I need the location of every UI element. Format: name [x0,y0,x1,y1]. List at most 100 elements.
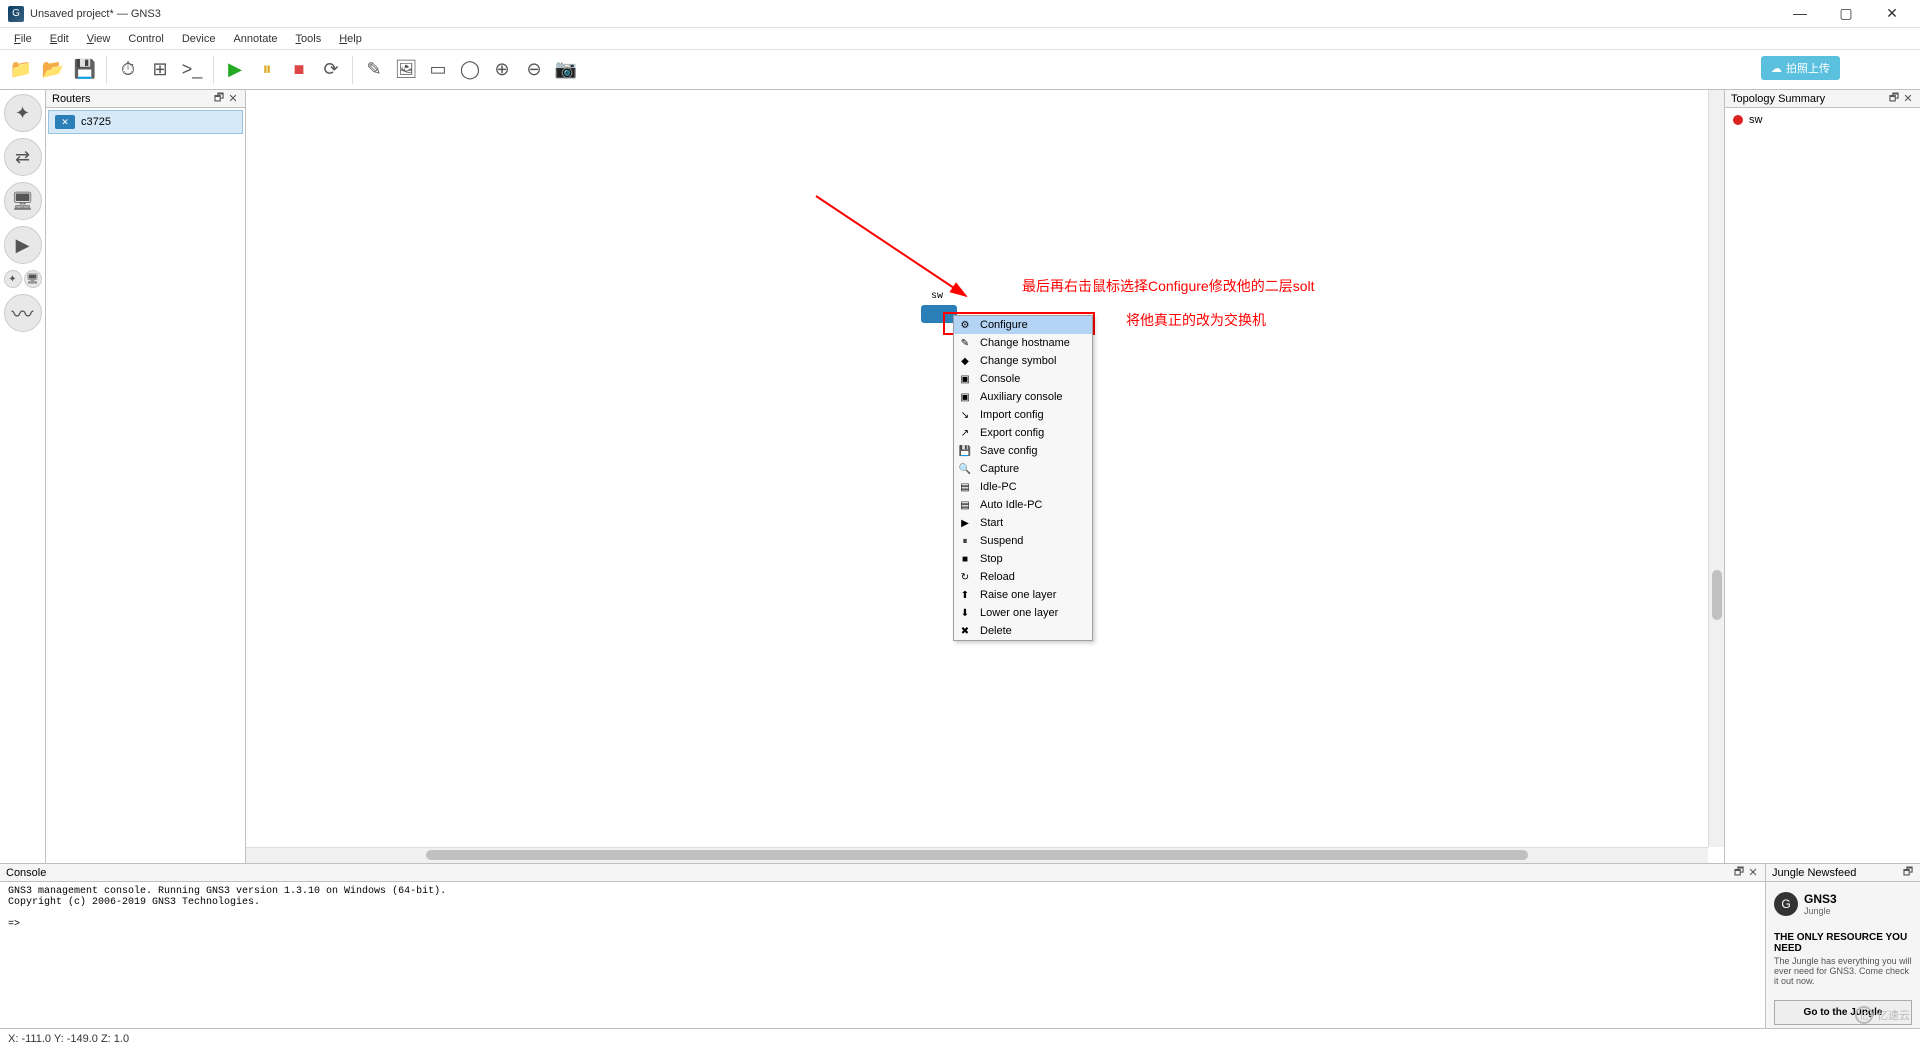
panel-close-button[interactable]: ✕ [1902,92,1914,105]
device-node-sw[interactable]: sw [921,305,957,323]
annotate-image-button[interactable]: 🖼 [391,55,421,85]
pause-all-button[interactable]: ⏸ [252,55,282,85]
context-menu-item-reload[interactable]: ↻Reload [954,568,1092,586]
annotate-rect-button[interactable]: ▭ [423,55,453,85]
reload-all-button[interactable]: ⟳ [316,55,346,85]
jungle-desc: The Jungle has everything you will ever … [1774,956,1912,986]
window-controls: — ▢ ✕ [1786,5,1912,22]
context-menu-item-export-config[interactable]: ↗Export config [954,424,1092,442]
main-area: ✦ ⇄ 🖥 ▶ ✦ 🖥 〰 Routers 🗗 ✕ ✕ c3725 sw [0,90,1920,863]
dock-switches-button[interactable]: ⇄ [4,138,42,176]
menu-item-label: Configure [980,319,1028,331]
menu-file[interactable]: File [6,31,40,47]
switch-icon [921,305,957,323]
statusbar-coords: X: -111.0 Y: -149.0 Z: 1.0 [8,1033,129,1045]
context-menu-item-save-config[interactable]: 💾Save config [954,442,1092,460]
menu-item-icon: ↘ [958,408,972,422]
menu-item-label: Capture [980,463,1019,475]
context-menu-item-change-hostname[interactable]: ✎Change hostname [954,334,1092,352]
context-menu-item-configure[interactable]: ⚙ Configure [954,316,1092,334]
open-project-button[interactable]: 📂 [38,55,68,85]
context-menu-item-raise-one-layer[interactable]: ⬆Raise one layer [954,586,1092,604]
menu-item-icon: ▶ [958,516,972,530]
start-all-button[interactable]: ▶ [220,55,250,85]
panel-close-button[interactable]: ✕ [227,92,239,105]
menu-item-icon: ⚙ [958,318,972,332]
menu-view[interactable]: View [79,31,119,47]
dock-link-button[interactable]: 〰 [4,294,42,332]
show-interfaces-button[interactable]: ⊞ [145,55,175,85]
menu-item-icon: 💾 [958,444,972,458]
context-menu-item-capture[interactable]: 🔍Capture [954,460,1092,478]
router-icon: ✕ [55,115,75,129]
context-menu-item-auto-idle-pc[interactable]: ▤Auto Idle-PC [954,496,1092,514]
menu-control[interactable]: Control [120,31,171,47]
panel-close-button[interactable]: ✕ [1747,866,1759,879]
annotate-ellipse-button[interactable]: ◯ [455,55,485,85]
context-menu-item-idle-pc[interactable]: ▤ Idle-PC [954,478,1092,496]
panel-undock-button[interactable]: 🗗 [1888,90,1900,108]
canvas-hscrollbar[interactable] [246,847,1708,863]
annotate-note-button[interactable]: ✎ [359,55,389,85]
console-all-button[interactable]: >_ [177,55,207,85]
upload-badge[interactable]: ☁拍照上传 [1761,56,1840,80]
context-menu-item-import-config[interactable]: ↘ Import config [954,406,1092,424]
dock-routers-button[interactable]: ✦ [4,94,42,132]
panel-undock-button[interactable]: 🗗 [1733,863,1745,882]
watermark-icon: 亿 [1855,1006,1873,1024]
menu-item-icon: ◆ [958,354,972,368]
topology-panel-title: Topology Summary [1731,93,1825,105]
dock-all-devices-button[interactable]: ✦ [4,270,22,288]
menu-item-icon: ▤ [958,480,972,494]
dock-end-devices-button[interactable]: 🖥 [4,182,42,220]
menu-item-icon: ⬇ [958,606,972,620]
canvas-vscrollbar[interactable] [1708,90,1724,847]
dock-security-button[interactable]: ▶ [4,226,42,264]
dock-all-devices-button-2[interactable]: 🖥 [24,270,42,288]
menu-item-icon: ✖ [958,624,972,638]
context-menu-item-start[interactable]: ▶Start [954,514,1092,532]
menu-item-label: Reload [980,571,1015,583]
zoom-in-button[interactable]: ⊕ [487,55,517,85]
context-menu-item-lower-one-layer[interactable]: ⬇ Lower one layer [954,604,1092,622]
menu-item-label: Auxiliary console [980,391,1063,403]
menu-tools[interactable]: Tools [288,31,330,47]
screenshot-button[interactable]: 📷 [551,55,581,85]
context-menu-item-change-symbol[interactable]: ◆Change symbol [954,352,1092,370]
menu-device[interactable]: Device [174,31,224,47]
topology-list: sw [1725,108,1920,863]
console-output[interactable]: GNS3 management console. Running GNS3 ve… [0,882,1765,1028]
snapshot-button[interactable]: ⏱ [113,55,143,85]
save-project-button[interactable]: 💾 [70,55,100,85]
routers-panel: Routers 🗗 ✕ ✕ c3725 [46,90,246,863]
context-menu-item-delete[interactable]: ✖Delete [954,622,1092,640]
canvas[interactable]: sw ⚙ Configure ✎Change hostname◆Change sym… [246,90,1725,863]
zoom-out-button[interactable]: ⊖ [519,55,549,85]
routers-panel-header: Routers 🗗 ✕ [46,90,245,108]
topology-item-sw[interactable]: sw [1733,112,1912,128]
device-dock: ✦ ⇄ 🖥 ▶ ✦ 🖥 〰 [0,90,46,863]
stop-all-button[interactable]: ■ [284,55,314,85]
context-menu-item-suspend[interactable]: ⏸Suspend [954,532,1092,550]
menu-help[interactable]: Help [331,31,370,47]
panel-undock-button[interactable]: 🗗 [1902,863,1914,882]
router-item-c3725[interactable]: ✕ c3725 [48,110,243,134]
menu-edit[interactable]: Edit [42,31,77,47]
menu-item-label: Idle-PC [980,481,1017,493]
context-menu-item-stop[interactable]: ■Stop [954,550,1092,568]
menu-item-icon: ▤ [958,498,972,512]
context-menu-item-auxiliary-console[interactable]: ▣Auxiliary console [954,388,1092,406]
gns3-logo-icon: G [1774,892,1798,916]
panel-undock-button[interactable]: 🗗 [213,90,225,108]
menu-item-label: Import config [980,409,1044,421]
menu-item-label: Lower one layer [980,607,1058,619]
topology-panel: Topology Summary 🗗 ✕ sw [1725,90,1920,863]
close-button[interactable]: ✕ [1878,5,1906,22]
menu-annotate[interactable]: Annotate [225,31,285,47]
context-menu-item-console[interactable]: ▣Console [954,370,1092,388]
toolbar: 📁 📂 💾 ⏱ ⊞ >_ ▶ ⏸ ■ ⟳ ✎ 🖼 ▭ ◯ ⊕ ⊖ 📷 ☁拍照上传 [0,50,1920,90]
new-project-button[interactable]: 📁 [6,55,36,85]
statusbar: X: -111.0 Y: -149.0 Z: 1.0 [0,1028,1920,1048]
maximize-button[interactable]: ▢ [1832,5,1860,22]
minimize-button[interactable]: — [1786,5,1814,22]
